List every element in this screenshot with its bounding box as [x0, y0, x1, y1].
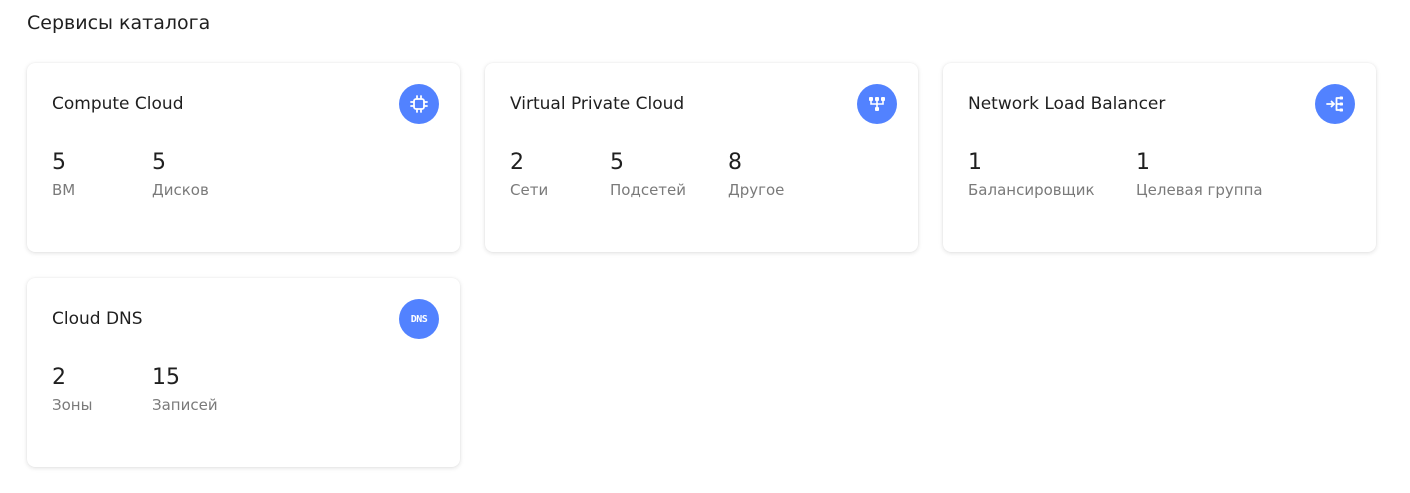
stat-records: 15 Записей [152, 364, 218, 415]
stat-disks: 5 Дисков [152, 149, 209, 200]
service-card-compute-cloud[interactable]: Compute Cloud 5 ВМ 5 Дисков [27, 63, 460, 252]
stat-value: 5 [610, 150, 624, 175]
stat-vm: 5 ВМ [52, 149, 75, 200]
stat-label: Балансировщик [968, 181, 1095, 199]
service-card-cloud-dns[interactable]: Cloud DNS DNS 2 Зоны 15 Записей [27, 278, 460, 467]
stat-subnets: 5 Подсетей [610, 149, 686, 200]
stat-label: Зоны [52, 396, 93, 414]
service-card-network-load-balancer[interactable]: Network Load Balancer 1 Балансировщик 1 … [943, 63, 1376, 252]
stat-label: Подсетей [610, 181, 687, 199]
card-title: Virtual Private Cloud [510, 94, 685, 114]
service-card-vpc[interactable]: Virtual Private Cloud 2 Сети 5 Подсетей … [485, 63, 918, 252]
stat-value: 1 [968, 150, 982, 175]
stat-zones: 2 Зоны [52, 364, 92, 415]
stat-label: ВМ [52, 181, 76, 199]
stat-label: Записей [152, 396, 218, 414]
stat-other: 8 Другое [728, 149, 784, 200]
dns-icon: DNS [399, 299, 439, 339]
stat-value: 15 [152, 365, 180, 390]
stat-value: 8 [728, 150, 742, 175]
network-icon [857, 84, 897, 124]
card-title: Network Load Balancer [968, 94, 1166, 114]
section-title: Сервисы каталога [27, 12, 211, 34]
stat-label: Целевая группа [1136, 181, 1263, 199]
card-title: Compute Cloud [52, 94, 184, 114]
stat-label: Другое [728, 181, 785, 199]
stat-value: 2 [510, 150, 524, 175]
card-title: Cloud DNS [52, 309, 143, 329]
stat-label: Сети [510, 181, 549, 199]
chip-icon [399, 84, 439, 124]
load-balancer-icon [1315, 84, 1355, 124]
stat-target-groups: 1 Целевая группа [1136, 149, 1263, 200]
dns-icon-text: DNS [410, 313, 428, 325]
stat-value: 1 [1136, 150, 1150, 175]
stat-label: Дисков [152, 181, 209, 199]
stat-value: 5 [152, 150, 166, 175]
stat-value: 5 [52, 150, 66, 175]
stat-balancers: 1 Балансировщик [968, 149, 1095, 200]
stat-networks: 2 Сети [510, 149, 548, 200]
stat-value: 2 [52, 365, 66, 390]
